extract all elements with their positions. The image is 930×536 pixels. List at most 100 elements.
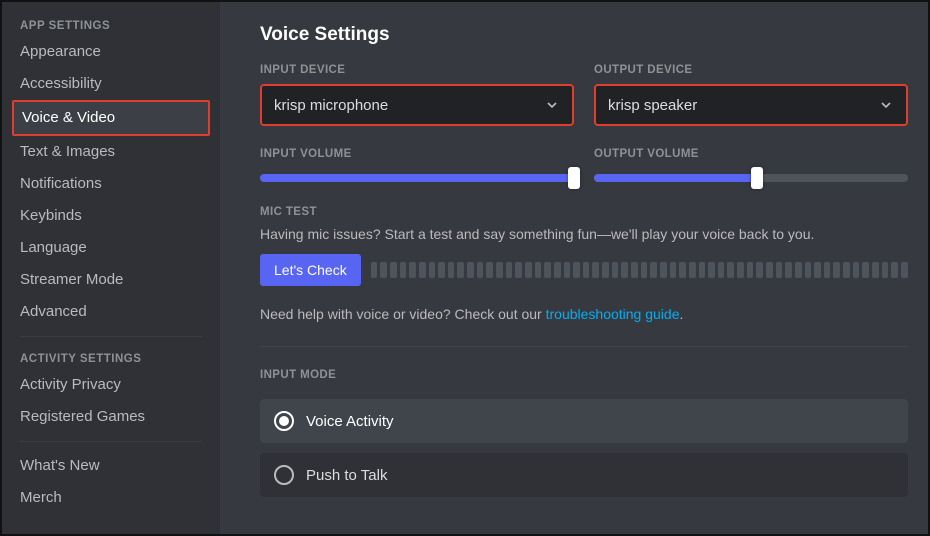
sidebar-item-keybinds[interactable]: Keybinds [12,200,210,232]
mic-meter-bar [409,262,416,278]
mic-meter-bar [621,262,628,278]
sidebar-item-language[interactable]: Language [12,232,210,264]
output-volume-col: OUTPUT VOLUME [594,148,908,188]
mic-meter-bar [564,262,571,278]
main-content: Voice Settings INPUT DEVICE krisp microp… [220,2,928,534]
mic-meter-bar [795,262,802,278]
troubleshooting-link[interactable]: troubleshooting guide [546,306,680,322]
help-suffix: . [680,306,684,322]
mic-meter-bar [862,262,869,278]
mic-meter-bar [785,262,792,278]
volume-row: INPUT VOLUME OUTPUT VOLUME [260,148,908,188]
mic-meter-bar [660,262,667,278]
output-device-select[interactable]: krisp speaker [594,84,908,126]
input-volume-label: INPUT VOLUME [260,148,574,160]
mic-meter-bar [438,262,445,278]
input-volume-slider[interactable] [260,168,574,188]
lets-check-button[interactable]: Let's Check [260,254,361,286]
sidebar-item-notifications[interactable]: Notifications [12,168,210,200]
mic-meter-bar [853,262,860,278]
mic-meter-bar [390,262,397,278]
slider-thumb[interactable] [568,167,580,189]
mic-meter-bar [843,262,850,278]
sidebar-header-app-settings: APP SETTINGS [12,12,210,36]
sidebar-item-merch[interactable]: Merch [12,482,210,514]
help-prefix: Need help with voice or video? Check out… [260,306,546,322]
sidebar-item-advanced[interactable]: Advanced [12,296,210,328]
mic-meter-bar [602,262,609,278]
input-device-label: INPUT DEVICE [260,64,574,76]
mic-meter-bar [689,262,696,278]
mic-meter-bar [699,262,706,278]
input-device-select[interactable]: krisp microphone [260,84,574,126]
radio-icon [274,465,294,485]
mic-meter-bar [448,262,455,278]
output-device-col: OUTPUT DEVICE krisp speaker [594,64,908,126]
mic-meter-bar [371,262,378,278]
sidebar-item-label: Keybinds [20,207,82,224]
mic-level-meter [371,260,908,280]
output-device-value: krisp speaker [608,97,697,114]
sidebar-divider [20,336,202,337]
sidebar-item-streamer-mode[interactable]: Streamer Mode [12,264,210,296]
slider-thumb[interactable] [751,167,763,189]
mic-meter-bar [776,262,783,278]
mic-meter-bar [592,262,599,278]
mic-meter-bar [457,262,464,278]
mic-meter-bar [814,262,821,278]
mic-meter-bar [506,262,513,278]
sidebar-item-accessibility[interactable]: Accessibility [12,68,210,100]
mic-meter-bar [496,262,503,278]
mic-meter-bar [679,262,686,278]
mic-meter-bar [612,262,619,278]
input-mode-push-to-talk[interactable]: Push to Talk [260,453,908,497]
mic-meter-bar [756,262,763,278]
help-text: Need help with voice or video? Check out… [260,306,908,322]
output-volume-label: OUTPUT VOLUME [594,148,908,160]
mic-meter-bar [891,262,898,278]
mic-meter-bar [573,262,580,278]
app-root: APP SETTINGS Appearance Accessibility Vo… [0,0,930,536]
settings-sidebar: APP SETTINGS Appearance Accessibility Vo… [2,2,220,534]
sidebar-item-label: What's New [20,457,100,474]
mic-test-label: MIC TEST [260,206,908,218]
input-device-value: krisp microphone [274,97,388,114]
sidebar-item-activity-privacy[interactable]: Activity Privacy [12,369,210,401]
radio-label: Voice Activity [306,413,394,430]
mic-meter-bar [833,262,840,278]
sidebar-item-voice-video[interactable]: Voice & Video [12,100,210,136]
sidebar-item-label: Streamer Mode [20,271,123,288]
mic-meter-bar [583,262,590,278]
mic-meter-bar [747,262,754,278]
mic-meter-bar [419,262,426,278]
slider-track-fill [594,174,757,182]
sidebar-item-label: Voice & Video [22,109,115,126]
output-volume-slider[interactable] [594,168,908,188]
mic-meter-bar [544,262,551,278]
mic-meter-bar [872,262,879,278]
mic-meter-bar [805,262,812,278]
input-mode-voice-activity[interactable]: Voice Activity [260,399,908,443]
sidebar-item-registered-games[interactable]: Registered Games [12,401,210,433]
sidebar-item-whats-new[interactable]: What's New [12,450,210,482]
input-mode-label: INPUT MODE [260,369,908,381]
mic-meter-bar [631,262,638,278]
sidebar-item-label: Notifications [20,175,102,192]
mic-meter-bar [718,262,725,278]
mic-meter-bar [429,262,436,278]
mic-meter-bar [525,262,532,278]
radio-label: Push to Talk [306,467,387,484]
page-title: Voice Settings [260,24,908,46]
input-volume-col: INPUT VOLUME [260,148,574,188]
slider-track-fill [260,174,574,182]
mic-meter-bar [650,262,657,278]
mic-meter-bar [515,262,522,278]
mic-meter-bar [400,262,407,278]
sidebar-item-text-images[interactable]: Text & Images [12,136,210,168]
mic-meter-bar [380,262,387,278]
sidebar-item-appearance[interactable]: Appearance [12,36,210,68]
mic-meter-bar [467,262,474,278]
chevron-down-icon [878,97,894,113]
mic-meter-bar [554,262,561,278]
mic-meter-bar [535,262,542,278]
